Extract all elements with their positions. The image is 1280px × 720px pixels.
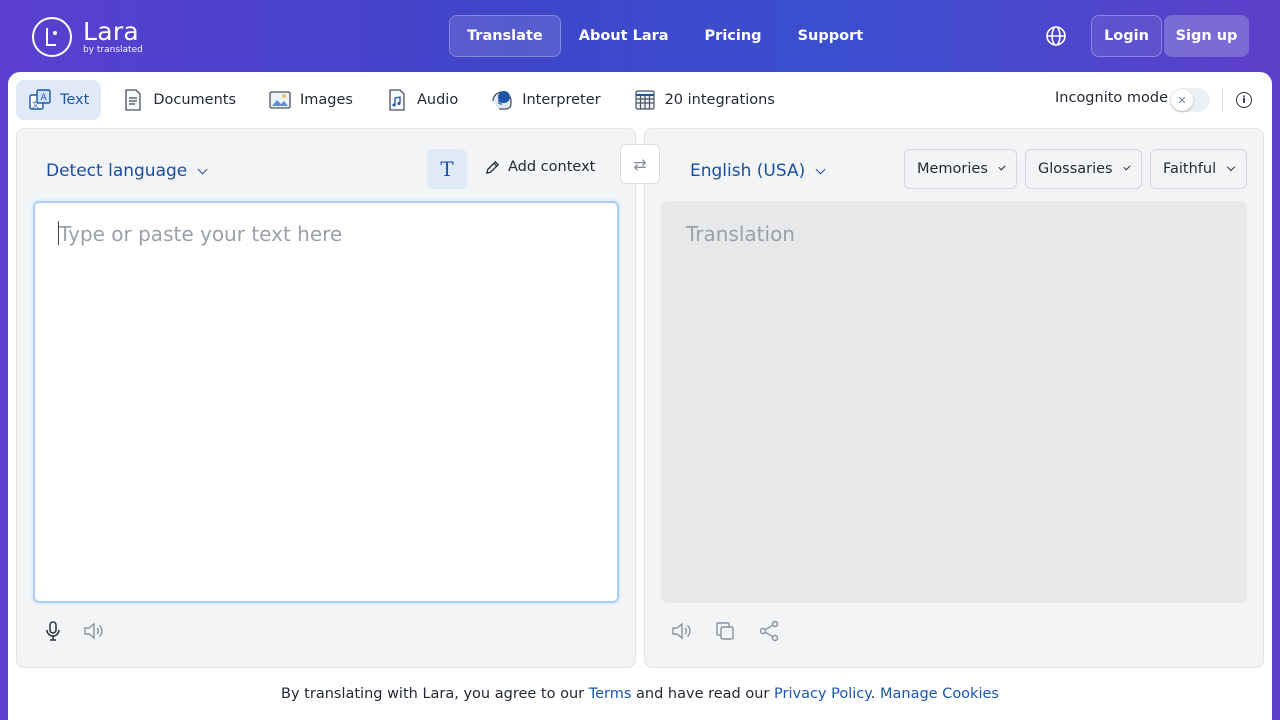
memories-dropdown[interactable]: Memories [904,149,1017,189]
target-panel: English (USA) Memories Glossaries Faithf… [644,128,1264,668]
source-panel: Detect language T Add context Type or pa… [16,128,636,668]
logo-sub: by translated [83,45,143,55]
translation-output: Translation [661,201,1247,603]
text-format-icon: T [440,157,454,181]
mode-tabs: A 文 Text Documents Images Audio Interpre… [16,80,795,120]
lara-logo[interactable]: Lara by translated [32,15,152,59]
source-placeholder: Type or paste your text here [59,222,343,246]
divider [1222,88,1223,112]
integrations-grid-icon [633,88,657,112]
source-language-select[interactable]: Detect language [46,161,208,181]
info-icon[interactable]: i [1236,92,1252,108]
tab-images-label: Images [300,92,353,108]
chevron-down-icon [998,163,1006,171]
svg-text:文: 文 [32,100,39,109]
source-language-label: Detect language [46,161,188,181]
target-language-select[interactable]: English (USA) [690,161,826,181]
speaker-icon[interactable] [669,619,693,643]
text-format-button[interactable]: T [427,149,467,189]
tab-interpreter[interactable]: Interpreter [478,80,612,120]
tab-text[interactable]: A 文 Text [16,80,102,120]
document-icon [121,88,145,112]
footer-middle: and have read our [631,686,775,702]
footer-dot: . [870,686,880,702]
nav-pricing[interactable]: Pricing [687,15,780,57]
chevron-down-icon [815,164,826,174]
logo-text: Lara by translated [83,19,143,55]
login-button[interactable]: Login [1091,15,1162,57]
style-dropdown[interactable]: Faithful [1150,149,1247,189]
manage-cookies-link[interactable]: Manage Cookies [880,686,999,702]
glossaries-dropdown[interactable]: Glossaries [1025,149,1142,189]
main-nav: Translate About Lara Pricing Support [449,15,881,57]
nav-support[interactable]: Support [780,15,882,57]
svg-text:A: A [41,93,48,103]
swap-languages-button[interactable]: ⇄ [620,144,660,184]
audio-file-icon [385,88,409,112]
translation-placeholder: Translation [686,222,795,246]
translator-card: A 文 Text Documents Images Audio Interpre… [8,72,1272,720]
logo-name: Lara [83,17,140,46]
signup-button[interactable]: Sign up [1164,15,1249,57]
add-context-label: Add context [508,159,596,175]
privacy-policy-link[interactable]: Privacy Policy [774,686,871,702]
tab-integrations-label: 20 integrations [664,92,775,108]
tab-text-label: Text [60,92,90,108]
lara-logo-mark [32,17,72,57]
glossaries-label: Glossaries [1038,161,1113,177]
globe-icon[interactable] [1044,24,1068,48]
legal-footer: By translating with Lara, you agree to o… [8,686,1272,702]
memories-label: Memories [917,161,988,177]
target-language-label: English (USA) [690,161,806,181]
tab-interpreter-label: Interpreter [522,92,601,108]
text-translate-icon: A 文 [28,88,52,112]
style-label: Faithful [1163,161,1217,177]
tab-integrations[interactable]: 20 integrations [621,80,787,120]
close-icon: ✕ [1171,89,1193,111]
share-icon[interactable] [757,619,781,643]
copy-icon[interactable] [713,619,737,643]
terms-link[interactable]: Terms [589,686,632,702]
tab-documents[interactable]: Documents [109,80,248,120]
incognito-toggle[interactable]: ✕ [1170,88,1210,112]
footer-prefix: By translating with Lara, you agree to o… [281,686,589,702]
swap-icon: ⇄ [633,154,647,174]
top-header: Lara by translated Translate About Lara … [0,0,1280,72]
interpreter-icon [490,88,514,112]
nav-translate[interactable]: Translate [449,15,561,57]
tab-audio-label: Audio [416,92,459,108]
microphone-icon[interactable] [41,619,65,643]
pencil-icon [485,160,500,175]
chevron-down-icon [197,164,208,174]
chevron-down-icon [1123,163,1131,171]
image-icon [268,88,292,112]
incognito-label: Incognito mode [1055,90,1169,106]
nav-about-lara[interactable]: About Lara [561,15,687,57]
tab-documents-label: Documents [153,92,237,108]
chevron-down-icon [1226,162,1236,172]
speaker-icon[interactable] [81,619,105,643]
source-text-input[interactable]: Type or paste your text here [33,201,619,603]
add-context-button[interactable]: Add context [485,159,595,175]
tab-audio[interactable]: Audio [373,80,470,120]
tab-images[interactable]: Images [256,80,365,120]
